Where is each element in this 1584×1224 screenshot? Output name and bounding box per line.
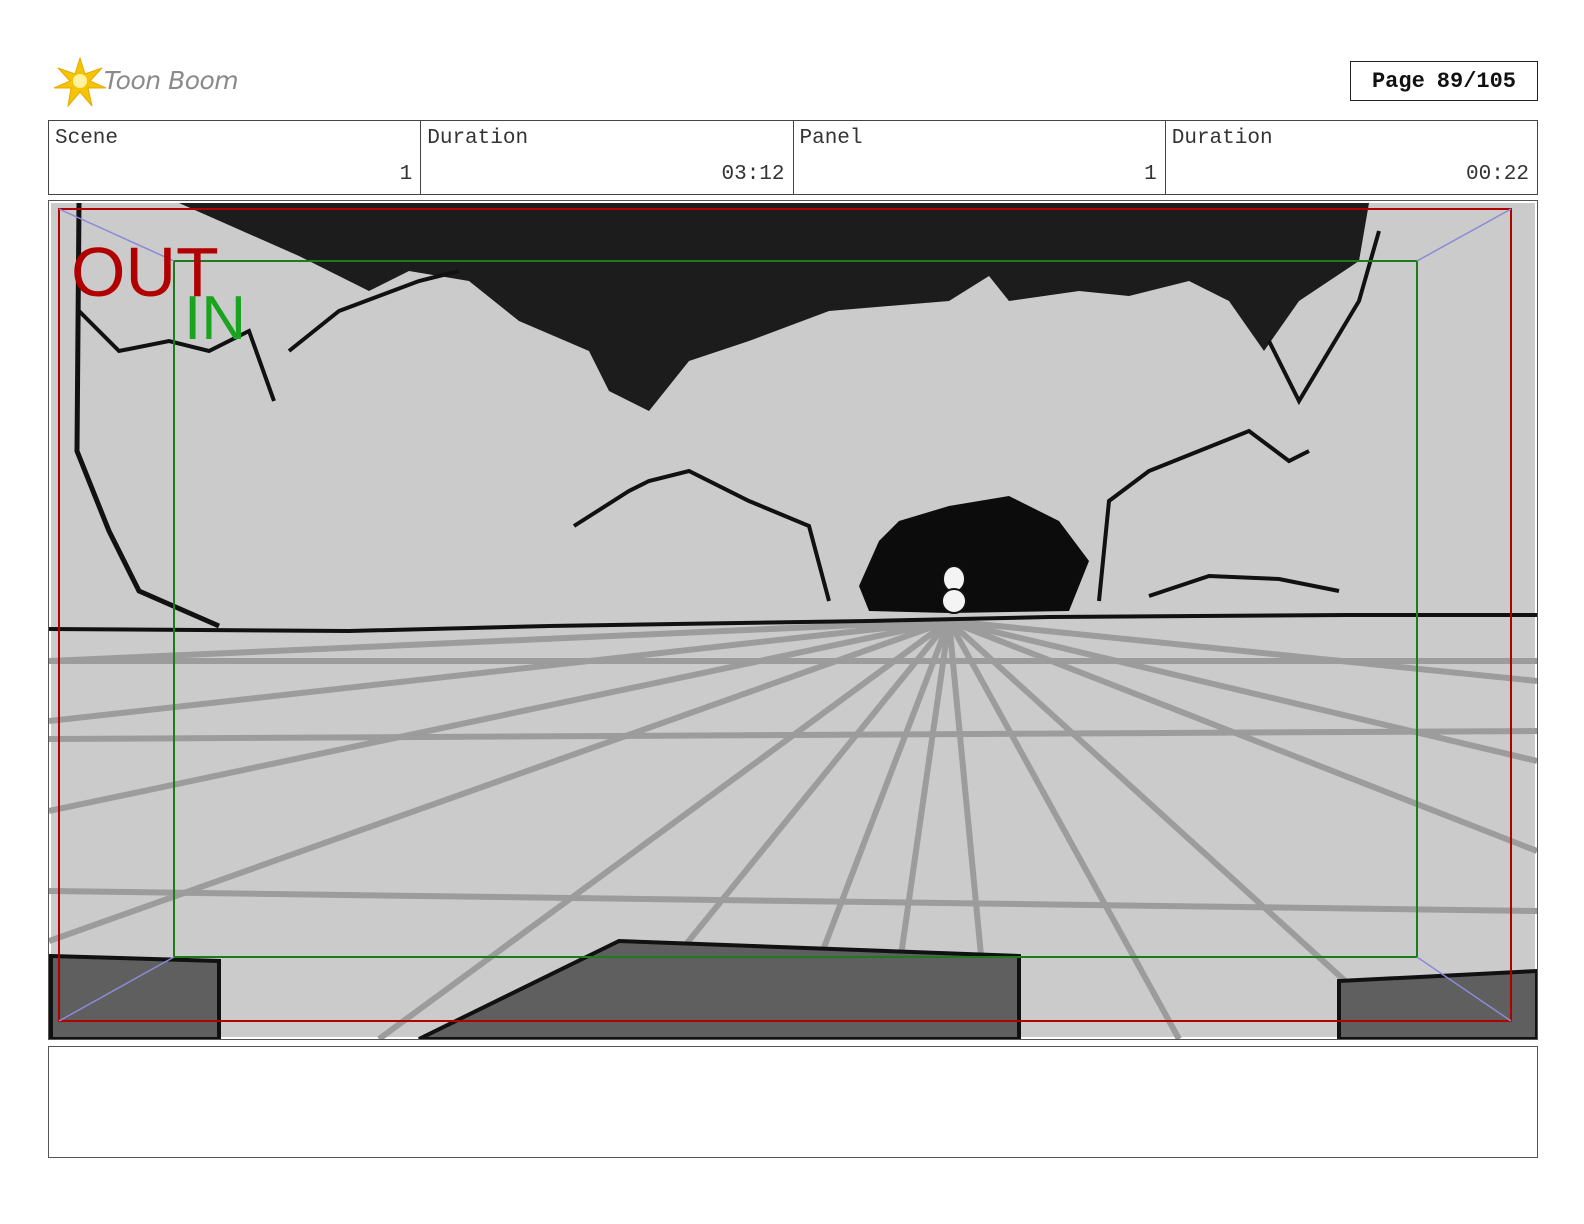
panel-duration-value: 00:22 bbox=[1465, 163, 1529, 186]
brand-name: Toon Boom bbox=[104, 66, 239, 95]
foreground-block-right bbox=[1337, 968, 1537, 1039]
scene-cell: Scene 1 bbox=[49, 121, 422, 194]
notes-area bbox=[48, 1046, 1538, 1158]
page-label: Page bbox=[1371, 68, 1425, 94]
in-label: IN bbox=[184, 284, 246, 353]
panel-duration-label: Duration bbox=[1171, 127, 1273, 150]
scene-duration-label: Duration bbox=[427, 127, 529, 150]
star-burst-icon bbox=[53, 56, 107, 108]
page-indicator: Page 89/105 bbox=[1350, 61, 1538, 101]
storyboard-panel: OUT IN bbox=[48, 200, 1538, 1040]
scene-info-table: Scene 1 Duration 03:12 Panel 1 Duration … bbox=[48, 120, 1538, 195]
scene-duration-cell: Duration 03:12 bbox=[421, 121, 794, 194]
panel-duration-cell: Duration 00:22 bbox=[1166, 121, 1537, 194]
panel-value: 1 bbox=[1144, 163, 1157, 186]
panel-drawing: OUT IN bbox=[49, 202, 1537, 1039]
panel-label: Panel bbox=[799, 127, 863, 150]
toon-boom-logo: Toon Boom bbox=[50, 54, 250, 108]
panel-background bbox=[51, 203, 1535, 1037]
page-number: 89/105 bbox=[1436, 68, 1517, 94]
scene-duration-value: 03:12 bbox=[721, 163, 785, 186]
scene-value: 1 bbox=[399, 163, 413, 186]
scene-label: Scene bbox=[55, 127, 119, 150]
foreground-block-left bbox=[49, 953, 221, 1039]
panel-cell: Panel 1 bbox=[794, 121, 1166, 194]
